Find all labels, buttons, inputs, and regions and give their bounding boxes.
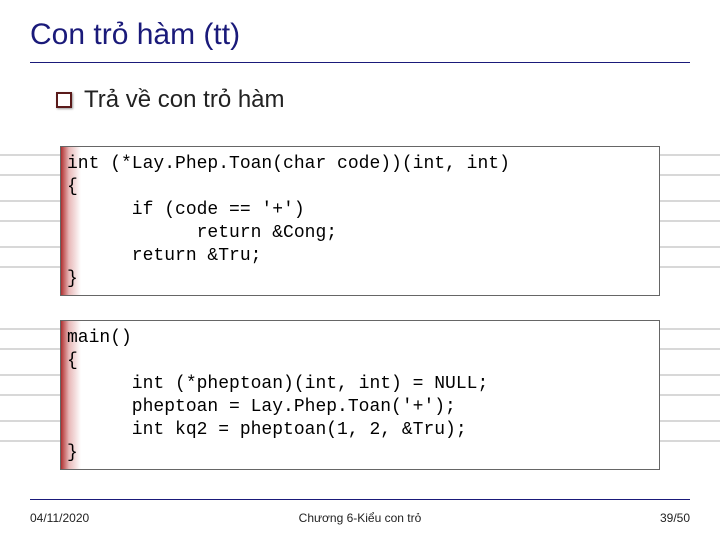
square-bullet-icon [56, 92, 72, 108]
footer-page: 39/50 [660, 511, 690, 525]
code-block-1: int (*Lay.Phep.Toan(char code))(int, int… [60, 146, 660, 296]
slide-title: Con trỏ hàm (tt) [30, 18, 240, 52]
footer-rule [30, 499, 690, 500]
code-block-2: main(){ int (*pheptoan)(int, int) = NULL… [60, 320, 660, 470]
code-text-2: main(){ int (*pheptoan)(int, int) = NULL… [67, 327, 653, 465]
code-text-1: int (*Lay.Phep.Toan(char code))(int, int… [67, 153, 653, 291]
bullet-text: Trả về con trỏ hàm [84, 86, 285, 114]
footer-date: 04/11/2020 [30, 511, 89, 525]
footer-chapter: Chương 6-Kiểu con trỏ [30, 511, 690, 525]
bullet-row: Trả về con trỏ hàm [56, 86, 285, 114]
footer: 04/11/2020 Chương 6-Kiểu con trỏ 39/50 [30, 508, 690, 528]
slide: Con trỏ hàm (tt) Trả về con trỏ hàm int … [0, 0, 720, 540]
title-underline [30, 62, 690, 63]
